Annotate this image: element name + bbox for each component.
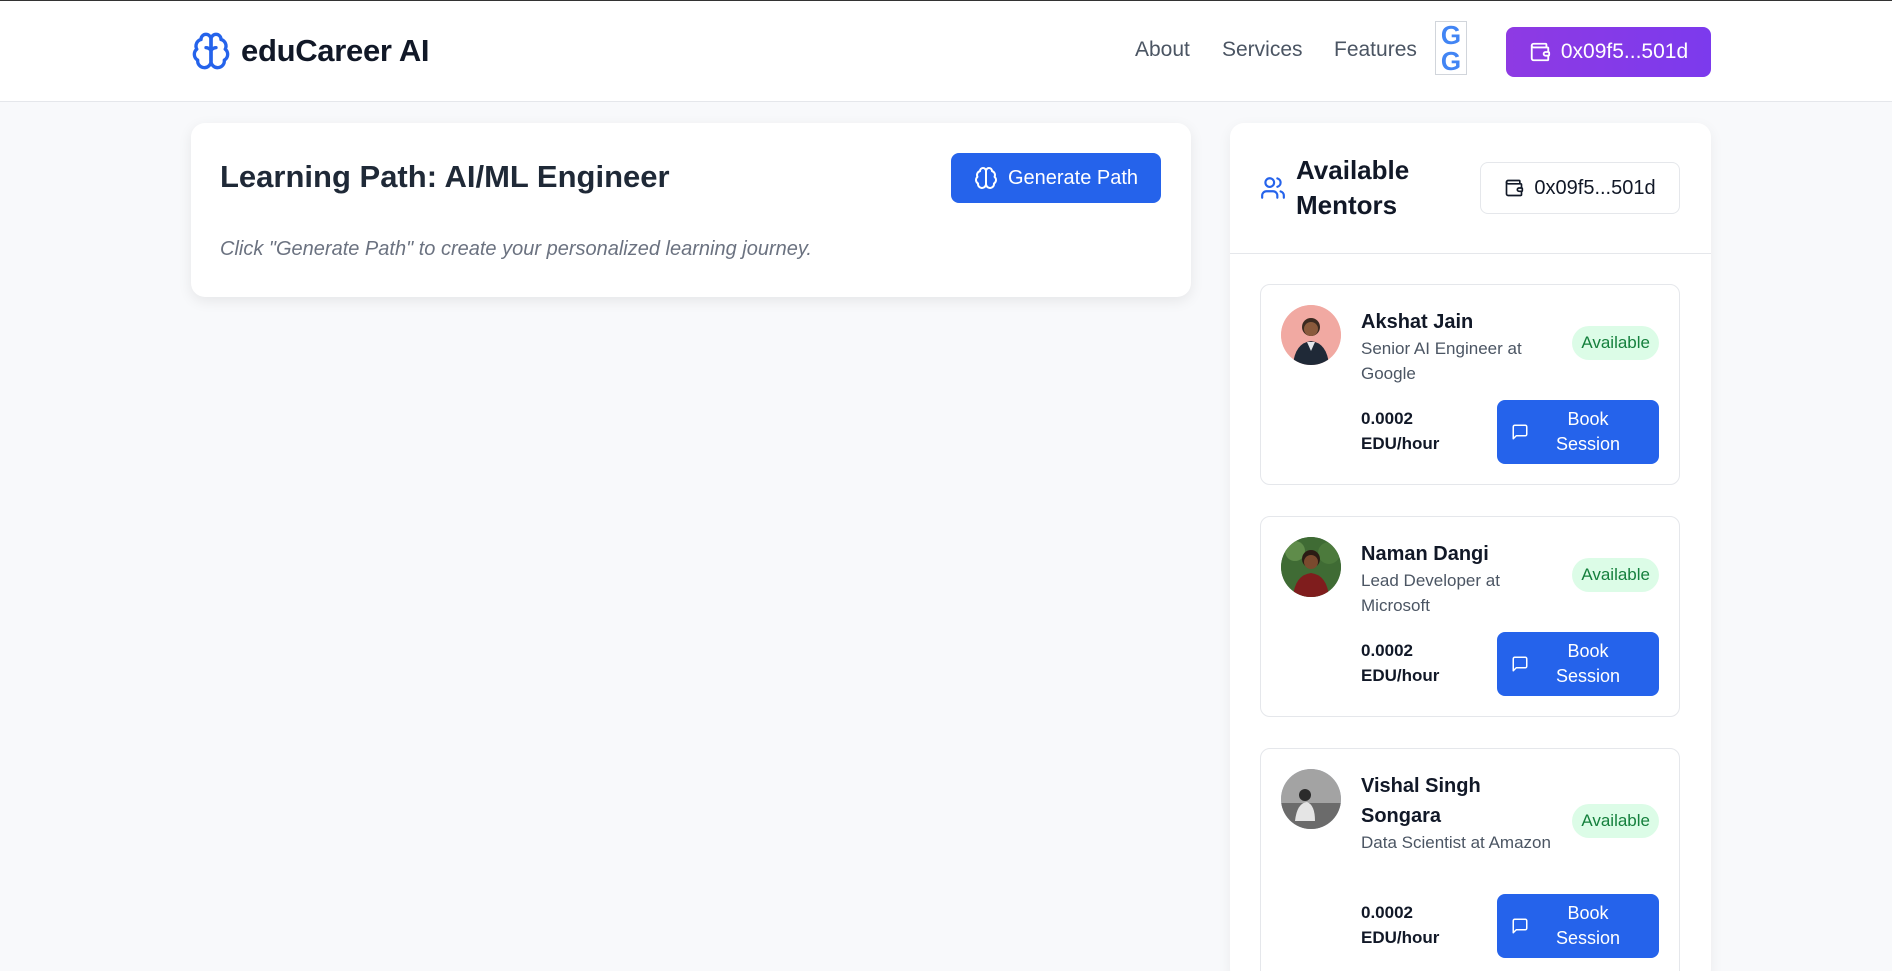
brand-logo[interactable]: eduCareer AI [191, 31, 430, 71]
brand-name: eduCareer AI [241, 33, 430, 68]
google-icon: G [1440, 46, 1462, 76]
nav-features[interactable]: Features [1334, 38, 1417, 62]
wallet-address: 0x09f5...501d [1534, 176, 1656, 199]
book-session-button[interactable]: Book Session [1497, 400, 1659, 464]
generate-path-button[interactable]: Generate Path [951, 153, 1161, 203]
mentor-role: Senior AI Engineer at Google [1361, 339, 1522, 383]
avatar [1281, 537, 1341, 597]
mentor-name: Vishal Singh Songara [1361, 775, 1481, 827]
status-badge: Available [1572, 804, 1659, 838]
mentor-price: 0.0002 EDU/hour [1361, 903, 1440, 947]
mentor-card: Vishal Singh Songara Data Scientist at A… [1260, 748, 1680, 971]
wallet-address-chip[interactable]: 0x09f5...501d [1480, 162, 1680, 214]
brain-icon [974, 167, 997, 189]
wallet-icon [1506, 179, 1524, 197]
wallet-address: 0x09f5...501d [1560, 40, 1689, 63]
wallet-connect-button[interactable]: 0x09f5...501d [1506, 27, 1711, 77]
book-session-button[interactable]: Book Session [1497, 632, 1659, 696]
top-navbar: eduCareer AI About Services Features G G… [0, 0, 1892, 102]
book-session-button[interactable]: Book Session [1497, 894, 1659, 958]
mentors-header: Available Mentors 0x09f5...501d [1230, 123, 1711, 254]
nav-about[interactable]: About [1135, 38, 1190, 62]
learning-path-title: Learning Path: AI/ML Engineer [220, 159, 670, 194]
generate-path-label: Generate Path [1007, 166, 1139, 189]
google-icon: G [1440, 20, 1462, 50]
book-session-label: Book Session [1555, 641, 1621, 686]
google-logo-button[interactable]: G G [1435, 21, 1467, 75]
status-badge: Available [1572, 558, 1659, 592]
mentor-role: Lead Developer at Microsoft [1361, 571, 1500, 615]
users-icon [1261, 177, 1285, 199]
mentors-title: Available Mentors [1296, 155, 1410, 220]
book-session-label: Book Session [1555, 903, 1621, 948]
message-icon [1512, 918, 1528, 934]
message-icon [1512, 656, 1528, 672]
brain-icon [191, 31, 231, 71]
mentor-price: 0.0002 EDU/hour [1361, 409, 1440, 453]
wallet-icon [1530, 42, 1550, 62]
message-icon [1512, 424, 1528, 440]
mentor-card: Akshat Jain Senior AI Engineer at Google… [1260, 284, 1680, 485]
learning-path-hint: Click "Generate Path" to create your per… [220, 238, 812, 260]
mentor-role: Data Scientist at Amazon [1361, 833, 1551, 852]
avatar [1281, 305, 1341, 365]
status-badge: Available [1572, 326, 1659, 360]
mentors-panel: Available Mentors 0x09f5...501d Akshat J… [1230, 123, 1711, 971]
mentor-price: 0.0002 EDU/hour [1361, 641, 1440, 685]
avatar [1281, 769, 1341, 829]
mentor-card: Naman Dangi Lead Developer at Microsoft … [1260, 516, 1680, 717]
mentor-name: Akshat Jain [1361, 311, 1474, 333]
learning-path-card: Learning Path: AI/ML Engineer Generate P… [191, 123, 1191, 297]
nav-services[interactable]: Services [1222, 38, 1303, 62]
mentor-name: Naman Dangi [1361, 543, 1489, 565]
book-session-label: Book Session [1555, 409, 1621, 454]
